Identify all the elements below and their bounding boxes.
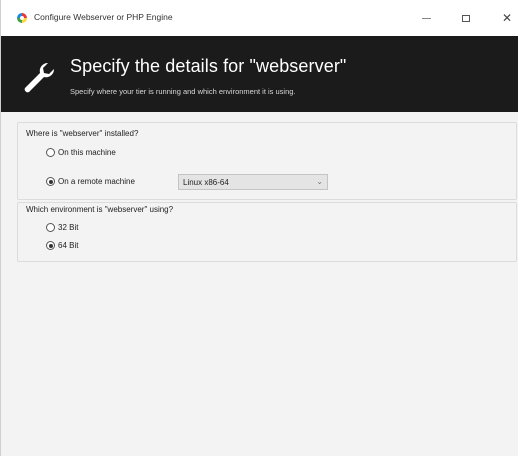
minimize-icon (421, 17, 431, 19)
dialog-header: Specify the details for "webserver" Spec… (1, 36, 518, 112)
environment-group: Which environment is "webserver" using? … (17, 202, 517, 262)
window-title: Configure Webserver or PHP Engine (34, 12, 173, 22)
platform-select[interactable]: Linux x86-64 ⌄ (178, 174, 328, 190)
radio-remote-machine[interactable]: On a remote machine (46, 177, 135, 186)
dialog-content: Where is "webserver" installed? On this … (1, 112, 518, 456)
radio-32-bit[interactable]: 32 Bit (46, 223, 78, 232)
install-location-label: Where is "webserver" installed? (26, 129, 139, 138)
radio-label: 32 Bit (58, 223, 79, 232)
radio-label: 64 Bit (58, 241, 79, 250)
radio-circle (46, 148, 55, 157)
install-location-group: Where is "webserver" installed? On this … (17, 122, 517, 200)
close-button[interactable]: ✕ (492, 8, 518, 28)
chevron-down-icon: ⌄ (316, 177, 323, 186)
radio-circle-checked (46, 177, 55, 186)
header-subtitle: Specify where your tier is running and w… (70, 87, 296, 96)
radio-label: On this machine (58, 148, 116, 157)
header-title: Specify the details for "webserver" (70, 56, 347, 76)
minimize-button[interactable] (411, 8, 441, 28)
maximize-button[interactable] (451, 8, 481, 28)
radio-64-bit[interactable]: 64 Bit (46, 241, 78, 250)
radio-this-machine[interactable]: On this machine (46, 148, 116, 157)
radio-label: On a remote machine (58, 177, 135, 186)
maximize-icon (462, 14, 470, 22)
close-icon: ✕ (501, 11, 513, 25)
app-logo-icon (17, 13, 27, 23)
title-bar: Configure Webserver or PHP Engine ✕ (1, 0, 518, 36)
wrench-icon (24, 62, 55, 93)
configure-dialog: Configure Webserver or PHP Engine ✕ Spec… (0, 0, 518, 456)
radio-circle (46, 223, 55, 232)
environment-label: Which environment is "webserver" using? (26, 205, 174, 214)
radio-circle-checked (46, 241, 55, 250)
platform-select-value: Linux x86-64 (183, 178, 229, 187)
